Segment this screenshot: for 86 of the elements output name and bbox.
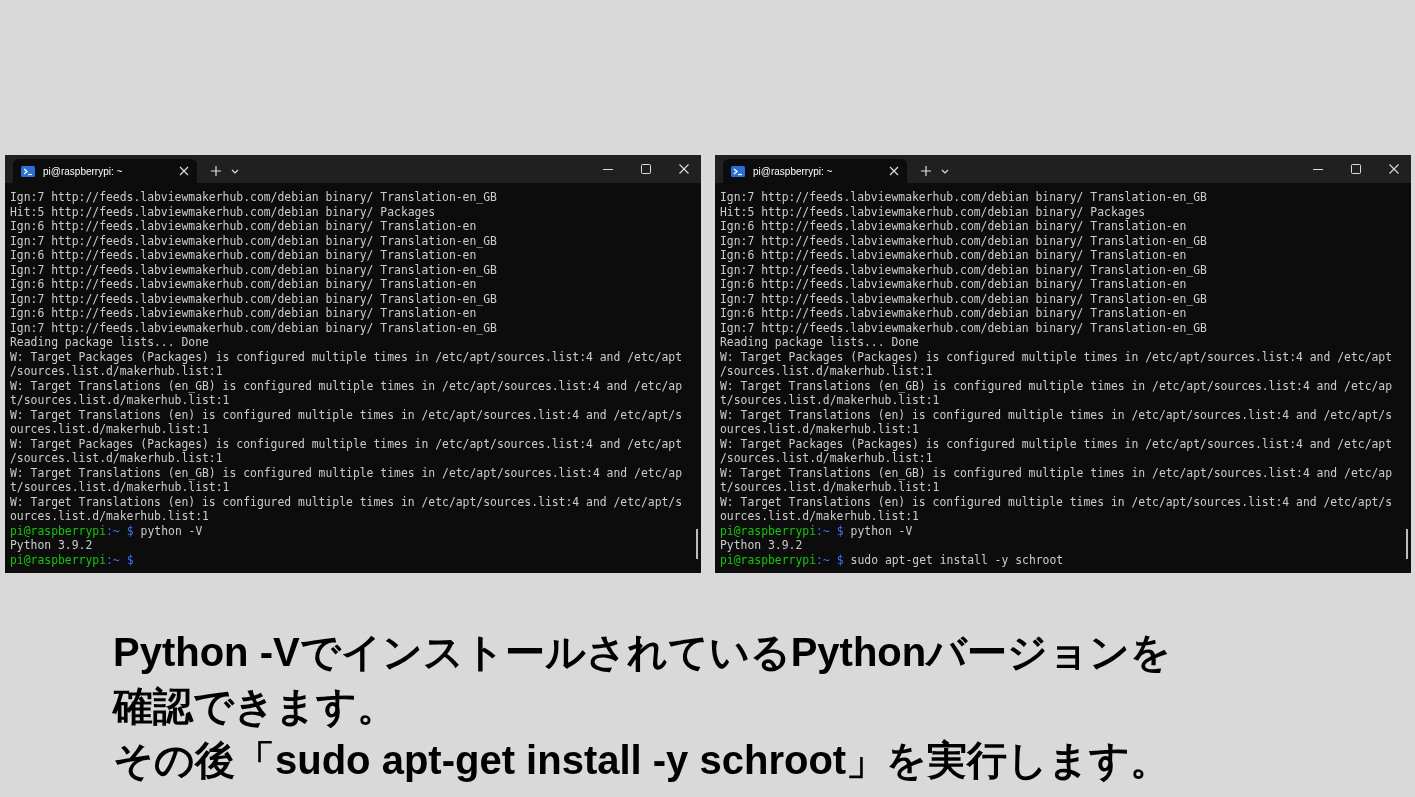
command-text: python -V — [850, 523, 913, 538]
terminal-line: t/sources.list.d/makerhub.list:1 — [720, 480, 940, 495]
terminal-icon — [21, 165, 35, 177]
terminal-line: W: Target Translations (en_GB) is configured multiple times in /etc/apt/sources.list:4 and /etc/ap — [720, 378, 1393, 393]
minimize-icon[interactable] — [1313, 168, 1323, 170]
command-text: sudo apt-get install -y schroot — [850, 552, 1064, 567]
terminal-line: Ign:6 http://feeds.labviewmakerhub.com/debian binary/ Translation-en — [720, 277, 1187, 292]
terminal-line: ources.list.d/makerhub.list:1 — [720, 509, 919, 524]
terminal-icon — [731, 165, 745, 177]
prompt-host: pi@raspberrypi — [10, 552, 106, 567]
terminal-line: W: Target Translations (en) is configured multiple times in /etc/apt/sources.list:4 and /etc/apt/s — [720, 407, 1393, 422]
terminal-line: /sources.list.d/makerhub.list:1 — [10, 451, 223, 466]
terminal-line: Reading package lists... Done — [10, 335, 209, 350]
terminal-line: W: Target Packages (Packages) is configured multiple times in /etc/apt/sources.list:4 and /etc/apt — [720, 349, 1393, 364]
terminal-line: W: Target Packages (Packages) is configured multiple times in /etc/apt/sources.list:4 and /etc/apt — [10, 436, 683, 451]
prompt-symbol: $ — [836, 552, 844, 567]
terminal-line: Ign:6 http://feeds.labviewmakerhub.com/debian binary/ Translation-en — [720, 306, 1187, 321]
prompt-path: :~ — [816, 552, 830, 567]
prompt-host: pi@raspberrypi — [10, 523, 106, 538]
terminal-line: W: Target Translations (en) is configured multiple times in /etc/apt/sources.list:4 and /etc/apt/s — [720, 494, 1393, 509]
terminal-tab[interactable]: pi@raspberrypi: ~ — [13, 159, 197, 183]
terminal-line: /sources.list.d/makerhub.list:1 — [720, 451, 933, 466]
terminal-line: ources.list.d/makerhub.list:1 — [10, 422, 209, 437]
terminal-line: ources.list.d/makerhub.list:1 — [720, 422, 919, 437]
chevron-down-icon[interactable] — [941, 168, 949, 174]
terminal-line: Hit:5 http://feeds.labviewmakerhub.com/debian binary/ Packages — [720, 204, 1146, 219]
tab-title: pi@raspberrypi: ~ — [43, 164, 124, 179]
tab-title: pi@raspberrypi: ~ — [753, 164, 834, 179]
prompt-host: pi@raspberrypi — [720, 552, 816, 567]
terminal-line: Ign:7 http://feeds.labviewmakerhub.com/debian binary/ Translation-en_GB — [720, 190, 1207, 205]
terminal-line: W: Target Translations (en_GB) is configured multiple times in /etc/apt/sources.list:4 and /etc/ap — [10, 378, 683, 393]
terminal-line: Ign:7 http://feeds.labviewmakerhub.com/debian binary/ Translation-en_GB — [720, 233, 1207, 248]
maximize-icon[interactable] — [1351, 164, 1361, 174]
minimize-icon[interactable] — [603, 168, 613, 170]
prompt-symbol: $ — [126, 523, 134, 538]
terminal-line: Ign:6 http://feeds.labviewmakerhub.com/debian binary/ Translation-en — [10, 306, 477, 321]
terminal-line: /sources.list.d/makerhub.list:1 — [10, 364, 223, 379]
terminal-line: Python 3.9.2 — [720, 538, 803, 553]
terminal-line: Ign:6 http://feeds.labviewmakerhub.com/debian binary/ Translation-en — [720, 248, 1187, 263]
terminal-line: Ign:7 http://feeds.labviewmakerhub.com/debian binary/ Translation-en_GB — [10, 320, 497, 335]
prompt-path: :~ — [106, 552, 120, 567]
terminal-line: t/sources.list.d/makerhub.list:1 — [10, 480, 230, 495]
close-icon[interactable] — [679, 164, 689, 174]
terminal-line: Ign:7 http://feeds.labviewmakerhub.com/debian binary/ Translation-en_GB — [720, 320, 1207, 335]
terminal-line: Ign:6 http://feeds.labviewmakerhub.com/debian binary/ Translation-en — [720, 219, 1187, 234]
terminal-line: Ign:6 http://feeds.labviewmakerhub.com/debian binary/ Translation-en — [10, 248, 477, 263]
terminal-line: Ign:7 http://feeds.labviewmakerhub.com/debian binary/ Translation-en_GB — [10, 190, 497, 205]
terminal-line: Ign:6 http://feeds.labviewmakerhub.com/debian binary/ Translation-en — [10, 219, 477, 234]
close-tab-icon[interactable] — [889, 166, 899, 176]
terminal-line: Hit:5 http://feeds.labviewmakerhub.com/debian binary/ Packages — [10, 204, 436, 219]
prompt-host: pi@raspberrypi — [720, 523, 816, 538]
terminal-line: Ign:7 http://feeds.labviewmakerhub.com/debian binary/ Translation-en_GB — [720, 291, 1207, 306]
terminal-line: Python 3.9.2 — [10, 538, 93, 553]
prompt-path: :~ — [816, 523, 830, 538]
terminal-line: Ign:6 http://feeds.labviewmakerhub.com/debian binary/ Translation-en — [10, 277, 477, 292]
new-tab-icon[interactable] — [211, 166, 221, 176]
scrollbar-thumb[interactable] — [696, 529, 698, 559]
terminal-line: W: Target Translations (en_GB) is configured multiple times in /etc/apt/sources.list:4 and /etc/ap — [10, 465, 683, 480]
caption-line: Python -VでインストールされているPythonバージョンを — [113, 629, 1172, 676]
terminal-line: ources.list.d/makerhub.list:1 — [10, 509, 209, 524]
maximize-icon[interactable] — [641, 164, 651, 174]
terminal-line: Ign:7 http://feeds.labviewmakerhub.com/debian binary/ Translation-en_GB — [10, 233, 497, 248]
scrollbar-thumb[interactable] — [1406, 529, 1408, 559]
prompt-symbol: $ — [836, 523, 844, 538]
close-icon[interactable] — [1389, 164, 1399, 174]
terminal-line: W: Target Packages (Packages) is configured multiple times in /etc/apt/sources.list:4 and /etc/apt — [10, 349, 683, 364]
terminal-line: W: Target Translations (en) is configured multiple times in /etc/apt/sources.list:4 and /etc/apt/s — [10, 494, 683, 509]
prompt-path: :~ — [106, 523, 120, 538]
terminal-line: Ign:7 http://feeds.labviewmakerhub.com/debian binary/ Translation-en_GB — [10, 291, 497, 306]
terminal-line: W: Target Translations (en) is configured multiple times in /etc/apt/sources.list:4 and /etc/apt/s — [10, 407, 683, 422]
terminal-line: W: Target Translations (en_GB) is configured multiple times in /etc/apt/sources.list:4 and /etc/ap — [720, 465, 1393, 480]
terminal-line: Ign:7 http://feeds.labviewmakerhub.com/debian binary/ Translation-en_GB — [720, 262, 1207, 277]
new-tab-icon[interactable] — [921, 166, 931, 176]
terminal-line: t/sources.list.d/makerhub.list:1 — [720, 393, 940, 408]
prompt-symbol: $ — [126, 552, 134, 567]
terminal-line: W: Target Packages (Packages) is configured multiple times in /etc/apt/sources.list:4 and /etc/apt — [720, 436, 1393, 451]
terminal-line: /sources.list.d/makerhub.list:1 — [720, 364, 933, 379]
command-text: python -V — [140, 523, 203, 538]
close-tab-icon[interactable] — [179, 166, 189, 176]
caption-line: その後「sudo apt-get install -y schroot」を実行します。 — [113, 737, 1171, 784]
chevron-down-icon[interactable] — [231, 168, 239, 174]
terminal-line: Ign:7 http://feeds.labviewmakerhub.com/debian binary/ Translation-en_GB — [10, 262, 497, 277]
terminal-tab[interactable]: pi@raspberrypi: ~ — [723, 159, 907, 183]
caption-line: 確認できます。 — [113, 683, 397, 730]
terminal-line: t/sources.list.d/makerhub.list:1 — [10, 393, 230, 408]
terminal-line: Reading package lists... Done — [720, 335, 919, 350]
